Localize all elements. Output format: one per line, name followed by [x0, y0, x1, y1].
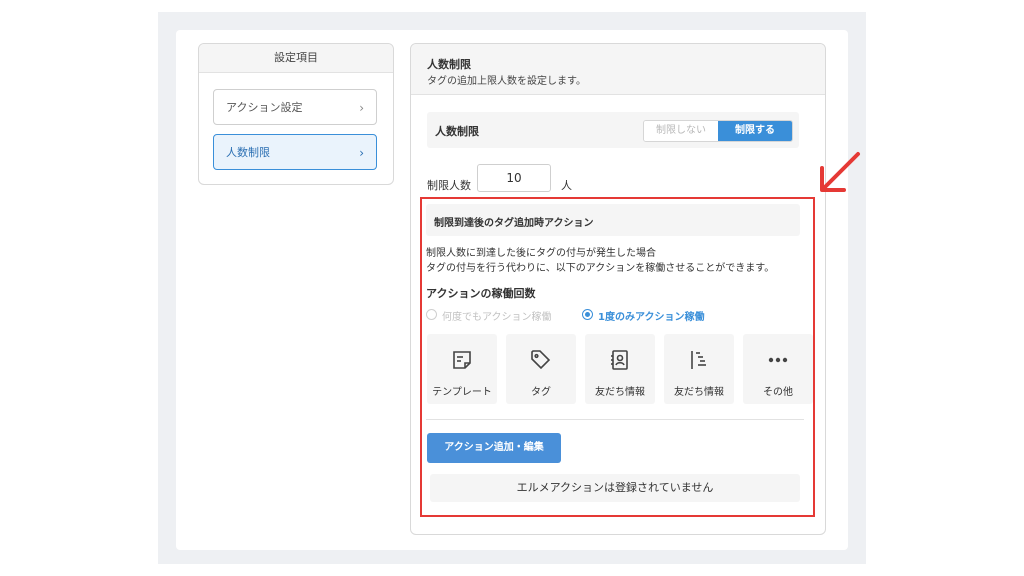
tile-label: 友だち情報	[674, 387, 724, 398]
tile-label: 友だち情報	[595, 387, 645, 398]
radio-circle	[426, 309, 437, 320]
template-icon	[427, 348, 497, 372]
radio-label: 1度のみアクション稼働	[598, 312, 705, 323]
limit-count-unit: 人	[561, 179, 572, 192]
no-limit-option[interactable]: 制限しない	[644, 121, 718, 141]
radio-label: 何度でもアクション稼働	[442, 312, 552, 323]
chevron-right-icon: ›	[359, 146, 364, 160]
limit-toggle-label: 人数制限	[435, 125, 479, 138]
radio-circle	[582, 309, 593, 320]
arrow-pointer-icon	[820, 152, 860, 192]
action-section-title: 制限到達後のタグ追加時アクション	[434, 218, 594, 229]
sidebar-item-label: 人数制限	[226, 146, 270, 159]
tag-icon	[506, 348, 576, 372]
sidebar-item-label: アクション設定	[226, 101, 303, 114]
page-title: 人数制限	[427, 58, 471, 71]
list-indent-icon	[664, 348, 734, 372]
more-icon	[743, 348, 813, 372]
run-count-title: アクションの稼働回数	[426, 287, 536, 300]
settings-list-header: 設定項目	[199, 44, 393, 73]
limit-toggle-row: 人数制限 制限しない 制限する	[427, 112, 799, 148]
divider	[426, 419, 804, 420]
sidebar-item-member-limit[interactable]: 人数制限 ›	[213, 134, 377, 170]
limit-option[interactable]: 制限する	[718, 121, 792, 141]
chevron-right-icon: ›	[359, 101, 364, 115]
tile-label: タグ	[531, 387, 551, 398]
settings-list: 設定項目 アクション設定 › 人数制限 ›	[198, 43, 394, 185]
tile-tag[interactable]: タグ	[506, 334, 576, 404]
tile-other[interactable]: その他	[743, 334, 813, 404]
tile-friend-info-2[interactable]: 友だち情報	[664, 334, 734, 404]
contact-book-icon	[585, 348, 655, 372]
panel-header: 人数制限 タグの追加上限人数を設定します。	[411, 44, 825, 95]
empty-actions-message: エルメアクションは登録されていません	[430, 474, 800, 502]
limit-count-label: 制限人数	[427, 179, 471, 192]
action-description-line2: タグの付与を行う代わりに、以下のアクションを稼働させることができます。	[426, 263, 775, 274]
action-section-header: 制限到達後のタグ追加時アクション	[426, 204, 800, 236]
add-edit-action-button[interactable]: アクション追加・編集	[427, 433, 561, 463]
tile-label: その他	[763, 387, 793, 398]
sidebar-item-action-settings[interactable]: アクション設定 ›	[213, 89, 377, 125]
tile-friend-info[interactable]: 友だち情報	[585, 334, 655, 404]
page-subtitle: タグの追加上限人数を設定します。	[427, 76, 586, 87]
tile-label: テンプレート	[432, 387, 492, 398]
limit-count-input[interactable]: 10	[477, 164, 551, 192]
tile-template[interactable]: テンプレート	[427, 334, 497, 404]
limit-toggle: 制限しない 制限する	[643, 120, 793, 142]
action-description-line1: 制限人数に到達した後にタグの付与が発生した場合	[426, 248, 656, 259]
